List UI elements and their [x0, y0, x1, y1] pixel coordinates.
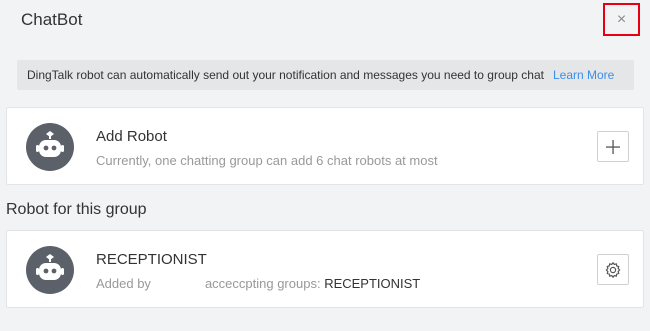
add-robot-title: Add Robot: [96, 128, 167, 145]
robot-icon: [36, 254, 64, 280]
gear-icon: [605, 261, 621, 278]
close-button[interactable]: ×: [603, 3, 640, 36]
added-by-label: Added by: [96, 276, 151, 291]
groups-label: acceccpting groups:: [204, 276, 321, 291]
info-banner: DingTalk robot can automatically send ou…: [17, 60, 634, 90]
plus-icon: [606, 139, 620, 154]
window-title: ChatBot: [21, 10, 83, 29]
banner-text: DingTalk robot can automatically send ou…: [27, 68, 544, 82]
close-icon: ×: [616, 10, 627, 28]
robot-icon: [36, 131, 64, 157]
robot-avatar: [26, 246, 74, 294]
robot-settings-button[interactable]: [597, 254, 629, 285]
title-bar: ChatBot ×: [0, 0, 650, 42]
robot-details: Added by acceccpting groups: RECEPTIONIST: [96, 276, 420, 291]
add-robot-card: Add Robot Currently, one chatting group …: [6, 107, 644, 185]
add-robot-button[interactable]: [597, 131, 629, 162]
learn-more-link[interactable]: Learn More: [553, 68, 614, 82]
groups-value: RECEPTIONIST: [324, 276, 421, 291]
robot-avatar: [26, 123, 74, 171]
robot-card: RECEPTIONIST Added by acceccpting groups:…: [6, 230, 644, 308]
robot-name: RECEPTIONIST: [96, 251, 207, 268]
section-title: Robot for this group: [6, 201, 147, 218]
add-robot-subtitle: Currently, one chatting group can add 6 …: [96, 153, 438, 168]
